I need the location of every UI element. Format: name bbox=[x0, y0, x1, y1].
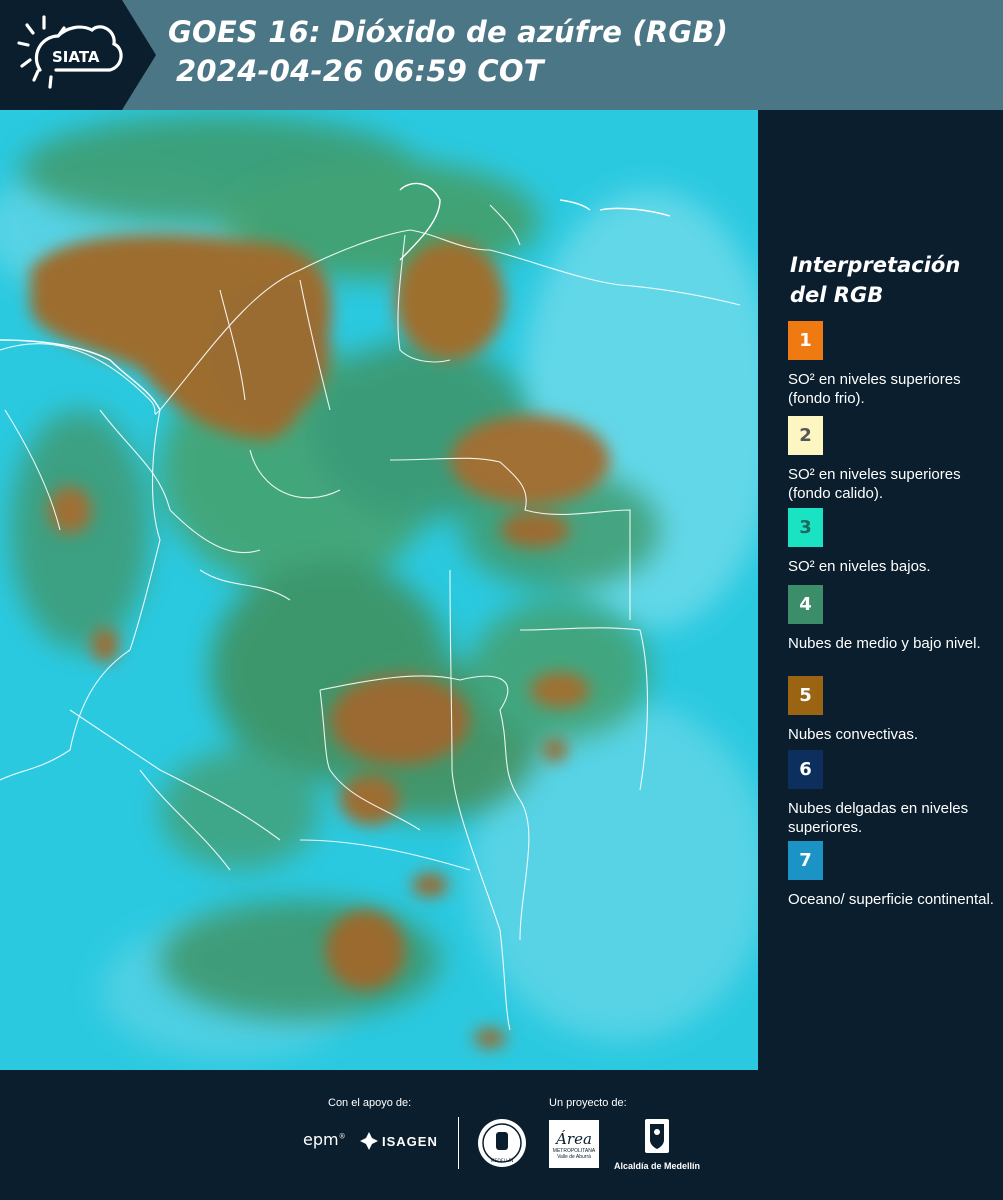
legend-label-7: Oceano/ superficie continental. bbox=[788, 891, 994, 908]
page-title: GOES 16: Dióxido de azúfre (RGB) bbox=[168, 15, 729, 49]
legend-label-6: Nubes delgadas en niveles superiores. bbox=[788, 800, 969, 836]
footer: Con el apoyo de: Un proyecto de: epm® IS… bbox=[0, 1070, 1003, 1200]
legend-item-5: 5 Nubes convectivas. bbox=[788, 676, 998, 744]
coat-of-arms-icon bbox=[645, 1119, 669, 1153]
satellite-map bbox=[0, 110, 758, 1070]
isagen-logo: ISAGEN bbox=[360, 1132, 438, 1150]
legend-swatch-5: 5 bbox=[788, 676, 823, 715]
timestamp: 2024-04-26 06:59 COT bbox=[176, 54, 544, 88]
svg-text:MEDELLÍN: MEDELLÍN bbox=[491, 1157, 514, 1164]
legend-item-1: 1 SO² en niveles superiores (fondo frio)… bbox=[788, 321, 998, 408]
support-label: Con el apoyo de: bbox=[328, 1097, 412, 1109]
footer-divider bbox=[458, 1117, 459, 1169]
legend-swatch-1: 1 bbox=[788, 321, 823, 360]
legend-item-3: 3 SO² en niveles bajos. bbox=[788, 508, 998, 576]
legend-label-5: Nubes convectivas. bbox=[788, 726, 919, 743]
legend-item-4: 4 Nubes de medio y bajo nivel. bbox=[788, 585, 998, 653]
siata-logo-text: SIATA bbox=[52, 48, 100, 66]
legend-title: Interpretación del RGB bbox=[790, 253, 961, 307]
legend-item-2: 2 SO² en niveles superiores (fondo calid… bbox=[788, 416, 998, 509]
legend-label-2: SO² en niveles superiores (fondo calido)… bbox=[788, 466, 961, 502]
legend-label-3: SO² en niveles bajos. bbox=[788, 558, 931, 575]
legend-label-4: Nubes de medio y bajo nivel. bbox=[788, 635, 981, 652]
legend-swatch-6: 6 bbox=[788, 750, 823, 789]
legend-swatch-3: 3 bbox=[788, 508, 823, 547]
alcaldia-logo: Alcaldía de Medellín bbox=[612, 1118, 702, 1171]
legend-item-6: 6 Nubes delgadas en niveles superiores. bbox=[788, 750, 998, 837]
siata-logo: SIATA bbox=[0, 0, 156, 110]
header-bar: SIATA GOES 16: Dióxido de azúfre (RGB) 2… bbox=[0, 0, 1003, 110]
legend-swatch-7: 7 bbox=[788, 841, 823, 880]
university-seal-icon: MEDELLÍN bbox=[477, 1118, 527, 1173]
area-metropolitana-logo: Área METROPOLITANA Valle de Aburrá bbox=[549, 1120, 599, 1168]
epm-logo: epm® bbox=[303, 1130, 346, 1149]
legend-swatch-4: 4 bbox=[788, 585, 823, 624]
isagen-mark-icon bbox=[360, 1132, 378, 1150]
legend-panel: Interpretación del RGB 1 SO² en niveles … bbox=[758, 110, 1003, 1070]
legend-swatch-2: 2 bbox=[788, 416, 823, 455]
legend-item-7: 7 Oceano/ superficie continental. bbox=[788, 841, 998, 909]
legend-label-1: SO² en niveles superiores (fondo frio). bbox=[788, 371, 961, 407]
project-label: Un proyecto de: bbox=[549, 1097, 627, 1109]
